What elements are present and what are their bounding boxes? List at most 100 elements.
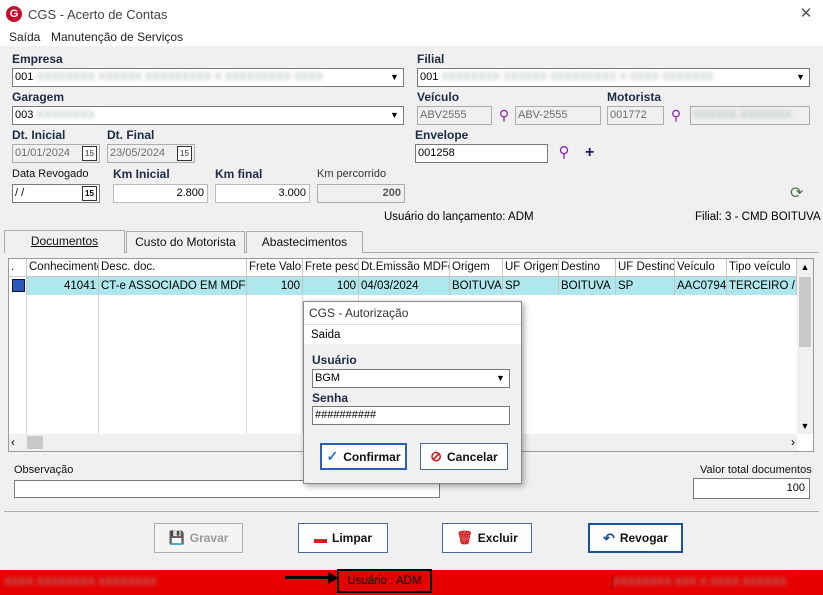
tab-documentos[interactable]: Documentos: [4, 230, 125, 253]
column-header[interactable]: Dt.Emissão MDFe: [359, 259, 450, 277]
column-header[interactable]: Frete Valor: [247, 259, 303, 277]
table-cell[interactable]: 41041: [27, 277, 99, 295]
column-header[interactable]: Conhecimento: [27, 259, 99, 277]
motorista-code-field[interactable]: 001772: [607, 106, 664, 125]
column-header[interactable]: Tipo veículo: [727, 259, 797, 277]
vertical-scrollbar[interactable]: ▲ ▼: [797, 259, 813, 434]
limpar-label: Limpar: [331, 531, 372, 545]
table-cell[interactable]: 100: [303, 277, 359, 295]
dialog-usuario-select[interactable]: BGM ▼: [312, 369, 510, 388]
filial-select[interactable]: 001 XXXXXXXX XXXXXX XXXXXXXXX X XXXX XXX…: [417, 68, 810, 87]
dialog-menu-saida[interactable]: Saida: [311, 329, 340, 341]
column-header[interactable]: Destino: [559, 259, 616, 277]
garagem-select[interactable]: 003 XXXXXXXX ▼: [12, 106, 404, 125]
km-percorrido-field: 200: [317, 184, 405, 203]
scrollbar-thumb[interactable]: [27, 436, 43, 449]
add-icon[interactable]: +: [585, 144, 594, 162]
garagem-name-redacted: XXXXXXXX: [36, 109, 96, 121]
calendar-icon[interactable]: 15: [177, 146, 192, 161]
table-cell[interactable]: TERCEIRO / A: [727, 277, 797, 295]
close-icon[interactable]: ✕: [796, 4, 816, 24]
status-panel-redacted: XXXXXXXX XXX X XXXX XXXXXX: [612, 574, 820, 590]
chevron-down-icon[interactable]: ▼: [793, 70, 808, 85]
menu-manutencao-servicos[interactable]: Manutenção de Serviços: [51, 30, 183, 44]
table-cell[interactable]: BOITUVA: [559, 277, 616, 295]
dialog-usuario-value: BGM: [315, 372, 341, 384]
menu-saida[interactable]: Saída: [9, 30, 40, 44]
excluir-button[interactable]: 🗑 Excluir: [442, 523, 532, 553]
refresh-icon[interactable]: ⟳: [790, 183, 803, 203]
limpar-button[interactable]: ▬ Limpar: [298, 523, 388, 553]
confirmar-button[interactable]: ✓ Confirmar: [320, 443, 407, 470]
dialog-title: CGS - Autorização: [309, 306, 409, 320]
search-icon[interactable]: ⚲: [496, 107, 512, 123]
chevron-up-icon[interactable]: ▲: [797, 259, 813, 275]
revogar-label: Revogar: [619, 531, 668, 545]
search-icon[interactable]: ⚲: [556, 145, 572, 161]
app-logo-icon: G: [6, 6, 22, 22]
dialog-senha-label: Senha: [312, 391, 349, 405]
tab-abastecimentos[interactable]: Abastecimentos: [246, 231, 363, 253]
table-cell[interactable]: SP: [503, 277, 559, 295]
empresa-name-redacted: XXXXXXXX XXXXXX XXXXXXXXX X XXXXXXXXX XX…: [36, 71, 324, 83]
chevron-right-icon[interactable]: ›: [791, 434, 795, 450]
motorista-name-redacted: XXXXXX XXXXXXX: [693, 109, 792, 121]
search-icon[interactable]: ⚲: [668, 107, 684, 123]
calendar-icon[interactable]: 15: [82, 146, 97, 161]
usuario-lancamento: Usuário do lançamento: ADM: [384, 211, 534, 223]
empresa-label: Empresa: [12, 52, 63, 66]
envelope-label: Envelope: [415, 128, 469, 142]
column-header[interactable]: .: [9, 259, 27, 277]
chevron-down-icon[interactable]: ▼: [493, 371, 508, 386]
calendar-icon[interactable]: 15: [82, 186, 97, 201]
dt-inicial-field[interactable]: 01/01/2024 15: [12, 144, 100, 163]
dt-inicial-label: Dt. Inicial: [12, 128, 66, 142]
gravar-button[interactable]: 💾 Gravar: [154, 523, 243, 553]
km-inicial-field[interactable]: 2.800: [113, 184, 208, 203]
column-header[interactable]: Origem: [450, 259, 503, 277]
column-header[interactable]: Veículo: [675, 259, 727, 277]
cancelar-button[interactable]: ⊘ Cancelar: [420, 443, 508, 470]
chevron-down-icon[interactable]: ▼: [387, 108, 402, 123]
title-bar: G CGS - Acerto de Contas ✕: [0, 0, 823, 28]
filial-name-redacted: XXXXXXXX XXXXXX XXXXXXXXX X XXXX XXXXXXX: [441, 71, 714, 83]
table-cell[interactable]: AAC0794: [675, 277, 727, 295]
table-cell[interactable]: CT-e ASSOCIADO EM MDF-e: [99, 277, 247, 295]
data-revogado-field[interactable]: / / 15: [12, 184, 100, 203]
eraser-icon: ▬: [313, 530, 327, 546]
chevron-down-icon[interactable]: ▼: [387, 70, 402, 85]
table-cell[interactable]: SP: [616, 277, 675, 295]
column-header[interactable]: UF Destino: [616, 259, 675, 277]
column-header[interactable]: UF Origem: [503, 259, 559, 277]
column-header[interactable]: Frete peso: [303, 259, 359, 277]
veiculo-plate-field[interactable]: ABV-2555: [515, 106, 601, 125]
row-selector[interactable]: [9, 277, 27, 295]
revogar-button[interactable]: ↶ Revogar: [588, 523, 683, 553]
empresa-select[interactable]: 001 XXXXXXXX XXXXXX XXXXXXXXX X XXXXXXXX…: [12, 68, 404, 87]
cancelar-label: Cancelar: [447, 449, 498, 464]
dt-final-value: 23/05/2024: [110, 147, 166, 159]
dialog-senha-field[interactable]: ##########: [312, 406, 510, 425]
table-cell[interactable]: BOITUVA: [450, 277, 503, 295]
chevron-down-icon[interactable]: ▼: [797, 418, 813, 434]
window-title: CGS - Acerto de Contas: [28, 7, 168, 22]
table-cell[interactable]: 100: [247, 277, 303, 295]
motorista-name-field[interactable]: XXXXXX XXXXXXX: [690, 106, 810, 125]
veiculo-label: Veículo: [417, 90, 460, 104]
scrollbar-thumb[interactable]: [799, 277, 811, 347]
garagem-value: 003: [15, 109, 34, 121]
authorization-dialog: CGS - Autorização Saida Usuário BGM ▼ Se…: [303, 301, 522, 484]
grid-line: [26, 295, 27, 434]
gravar-label: Gravar: [189, 531, 229, 545]
envelope-field[interactable]: 001258: [415, 144, 548, 163]
column-header[interactable]: Desc. doc.: [99, 259, 247, 277]
chevron-left-icon[interactable]: ‹: [11, 434, 15, 450]
save-icon: 💾: [168, 530, 185, 545]
cancel-icon: ⊘: [430, 448, 443, 464]
tab-custo-motorista[interactable]: Custo do Motorista: [126, 231, 245, 253]
undo-icon: ↶: [603, 529, 615, 546]
table-cell[interactable]: 04/03/2024: [359, 277, 450, 295]
veiculo-code-field[interactable]: ABV2555: [417, 106, 492, 125]
dt-final-field[interactable]: 23/05/2024 15: [107, 144, 195, 163]
km-final-field[interactable]: 3.000: [215, 184, 310, 203]
